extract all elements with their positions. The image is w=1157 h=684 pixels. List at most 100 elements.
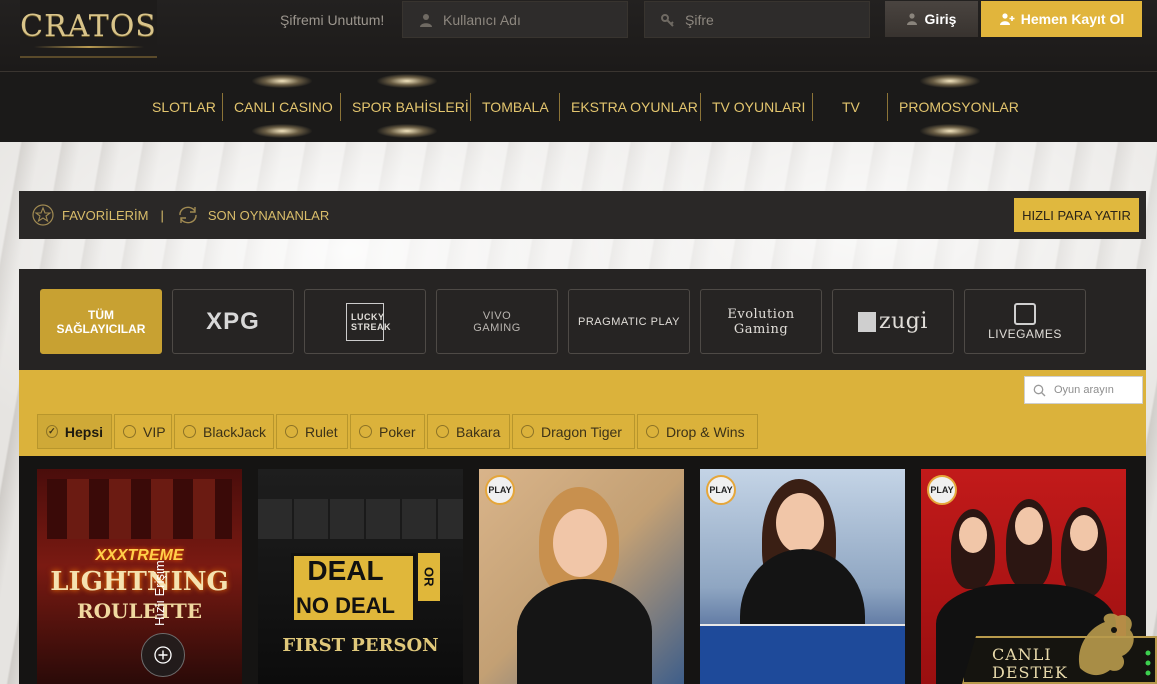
game-title-main: LIGHTNING xyxy=(50,567,229,597)
lion-emblem-icon xyxy=(1078,613,1134,676)
star-icon xyxy=(32,204,54,226)
category-drop-wins[interactable]: Drop & Wins xyxy=(637,414,758,449)
nav-item-extra-games[interactable]: EKSTRA OYUNLAR xyxy=(571,95,698,119)
deal-title-line2: NO DEAL xyxy=(296,593,395,618)
pragmatic-play-badge: PLAY xyxy=(706,475,736,505)
game-card-pragmatic-blackjack[interactable]: PLAY xyxy=(700,469,905,684)
quick-access-button[interactable] xyxy=(141,633,185,677)
category-filter-bar: Oyun arayın ✓ Hepsi VIP BlackJack Rulet … xyxy=(19,370,1146,456)
provider-xpg[interactable]: XPG xyxy=(172,289,294,354)
login-button[interactable]: Giriş xyxy=(885,1,978,37)
nav-item-live-casino[interactable]: CANLI CASINO xyxy=(234,95,333,119)
category-baccarat[interactable]: Bakara xyxy=(427,414,510,449)
ezugi-cube-icon xyxy=(858,311,877,332)
nav-separator xyxy=(887,93,888,121)
provider-panel: TÜM SAĞLAYICILAR XPG LUCKY STREAK VIVO G… xyxy=(19,269,1146,370)
top-header: CRATOS Şifremi Unuttum! Kullanıcı Adı Şi… xyxy=(0,0,1157,72)
provider-label: LIVEGAMES xyxy=(988,326,1062,341)
blackjack-table xyxy=(700,624,905,684)
radio-icon xyxy=(285,425,298,438)
game-card-pragmatic-live-1[interactable]: PLAY xyxy=(479,469,684,684)
game-title-sub: ROULETTE xyxy=(76,599,203,623)
dealer-face xyxy=(1015,507,1043,545)
refresh-icon xyxy=(179,206,197,224)
category-blackjack[interactable]: BlackJack xyxy=(174,414,274,449)
support-text: CANLI DESTEK xyxy=(992,646,1068,682)
live-support-widget[interactable]: CANLI DESTEK xyxy=(962,613,1157,684)
provider-pragmatic-play[interactable]: PRAGMATIC PLAY xyxy=(568,289,690,354)
nav-light xyxy=(252,124,312,138)
category-dragon-tiger[interactable]: Dragon Tiger xyxy=(512,414,635,449)
search-icon xyxy=(1033,384,1046,396)
category-all[interactable]: ✓ Hepsi xyxy=(37,414,112,449)
nav-item-slots[interactable]: SLOTLAR xyxy=(152,95,216,119)
category-vip[interactable]: VIP xyxy=(114,414,172,449)
nav-item-tv[interactable]: TV xyxy=(842,95,860,119)
username-placeholder: Kullanıcı Adı xyxy=(443,11,521,28)
roulette-slots xyxy=(47,479,232,539)
pragmatic-play-badge: PLAY xyxy=(485,475,515,505)
provider-livegames[interactable]: LIVEGAMES xyxy=(964,289,1086,354)
nav-item-bingo[interactable]: TOMBALA xyxy=(482,95,549,119)
search-placeholder: Oyun arayın xyxy=(1054,384,1114,396)
register-button[interactable]: Hemen Kayıt Ol xyxy=(981,1,1142,37)
game-card-lightning-roulette[interactable]: XXXTREME LIGHTNING ROULETTE xyxy=(37,469,242,684)
user-icon xyxy=(420,13,432,27)
nav-separator xyxy=(559,93,560,121)
category-label: Rulet xyxy=(305,423,338,440)
nav-light xyxy=(920,74,980,88)
dealer-face xyxy=(553,509,607,577)
game-search-input[interactable]: Oyun arayın xyxy=(1024,376,1143,404)
favorites-link[interactable]: FAVORİLERİM xyxy=(32,204,148,226)
category-label: VIP xyxy=(143,423,166,440)
nav-separator xyxy=(470,93,471,121)
plus-icon xyxy=(154,646,172,664)
key-icon xyxy=(661,13,674,27)
recently-played-link[interactable]: SON OYNANANLAR xyxy=(176,205,329,225)
deal-subtitle: FIRST PERSON xyxy=(282,635,439,656)
quick-access-label[interactable]: Hızlı Erişim xyxy=(152,536,172,626)
provider-ezugi[interactable]: zugi xyxy=(832,289,954,354)
game-title-top: XXXTREME xyxy=(95,547,184,564)
category-label: Poker xyxy=(379,423,416,440)
username-field[interactable]: Kullanıcı Adı xyxy=(402,1,628,38)
category-label: Hepsi xyxy=(64,423,103,440)
nav-separator xyxy=(222,93,223,121)
user-icon xyxy=(906,13,917,25)
nav-separator xyxy=(700,93,701,121)
game-card-deal-or-no-deal[interactable]: DEAL OR NO DEAL FIRST PERSON xyxy=(258,469,463,684)
nav-light xyxy=(920,124,980,138)
quick-deposit-button[interactable]: HIZLI PARA YATIR xyxy=(1014,198,1139,232)
logo-text: CRATOS xyxy=(20,8,157,44)
provider-all[interactable]: TÜM SAĞLAYICILAR xyxy=(40,289,162,354)
provider-evolution-gaming[interactable]: Evolution Gaming xyxy=(700,289,822,354)
password-placeholder: Şifre xyxy=(685,11,714,28)
nav-item-promotions[interactable]: PROMOSYONLAR xyxy=(899,95,1019,119)
forgot-password-link[interactable]: Şifremi Unuttum! xyxy=(280,12,384,28)
radio-icon xyxy=(359,425,372,438)
dealer-face xyxy=(959,517,987,553)
site-logo[interactable]: CRATOS xyxy=(20,0,157,58)
radio-icon xyxy=(436,425,449,438)
provider-label: zugi xyxy=(879,309,928,334)
nav-separator xyxy=(812,93,813,121)
recently-played-label: SON OYNANANLAR xyxy=(207,207,330,223)
category-label: BlackJack xyxy=(203,423,267,440)
provider-lucky-streak[interactable]: LUCKY STREAK xyxy=(304,289,426,354)
category-label: Dragon Tiger xyxy=(541,423,622,440)
provider-label: Evolution Gaming xyxy=(727,306,795,337)
nav-light xyxy=(252,74,312,88)
category-poker[interactable]: Poker xyxy=(350,414,425,449)
provider-label: XPG xyxy=(206,307,260,335)
radio-icon xyxy=(123,425,136,438)
nav-item-sports-betting[interactable]: SPOR BAHİSLERİ xyxy=(352,95,469,119)
dealer-face xyxy=(776,493,824,553)
password-field[interactable]: Şifre xyxy=(644,1,870,38)
nav-light xyxy=(377,124,437,138)
dice-icon xyxy=(1014,302,1036,325)
provider-vivo-gaming[interactable]: VIVO GAMING xyxy=(436,289,558,354)
category-roulette[interactable]: Rulet xyxy=(276,414,348,449)
nav-item-tv-games[interactable]: TV OYUNLARI xyxy=(712,95,805,119)
radio-icon xyxy=(646,425,659,438)
nav-light xyxy=(377,74,437,88)
